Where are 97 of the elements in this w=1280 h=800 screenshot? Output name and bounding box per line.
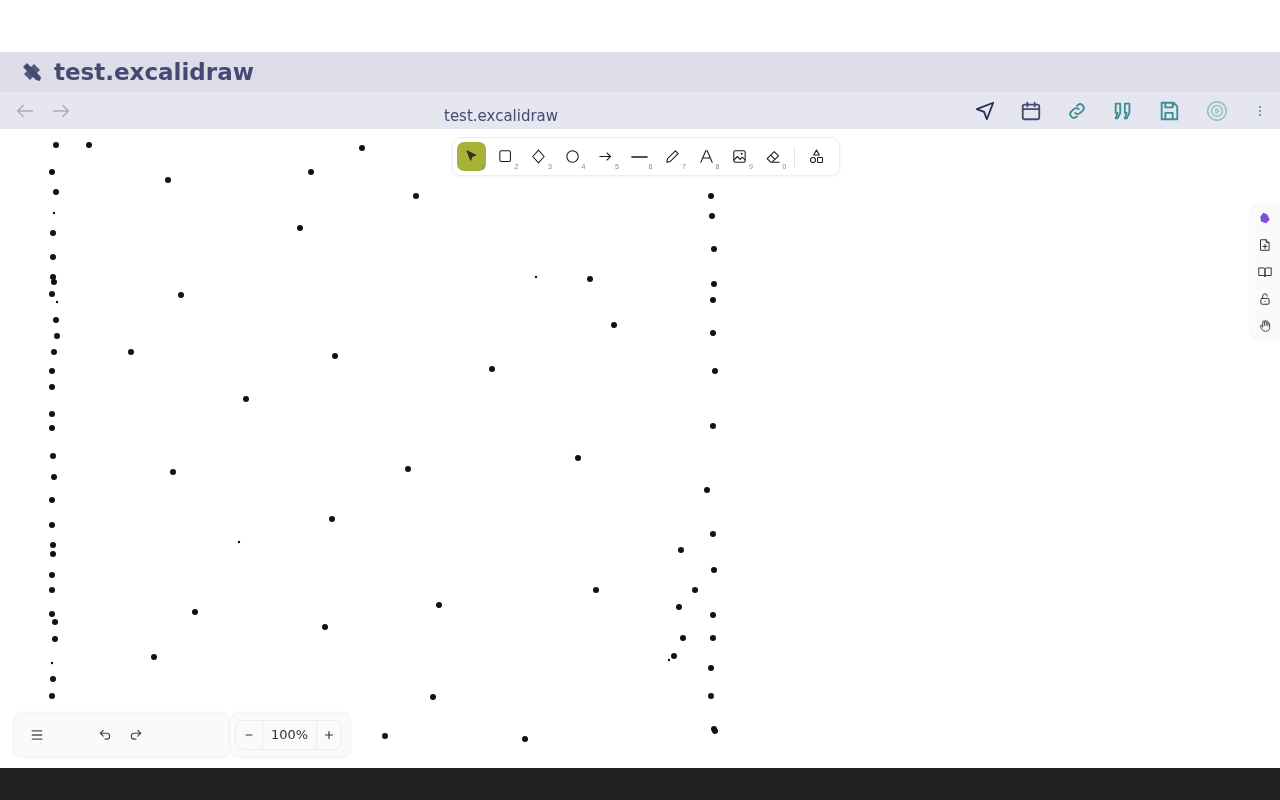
dot [711, 567, 717, 573]
dot [50, 453, 56, 459]
redo-icon[interactable] [129, 728, 143, 742]
dot [711, 246, 717, 252]
dot [708, 693, 714, 699]
dot [49, 497, 55, 503]
dot [575, 455, 581, 461]
dot [50, 542, 56, 548]
dot [50, 661, 54, 665]
circle-icon [563, 148, 581, 165]
dot [680, 635, 686, 641]
send-icon[interactable] [974, 99, 996, 122]
dot [49, 522, 55, 528]
dot [49, 587, 55, 593]
book-icon[interactable] [1258, 265, 1272, 279]
calendar-icon[interactable] [1020, 99, 1042, 122]
file-name: test.excalidraw [444, 106, 559, 125]
dot [297, 225, 303, 231]
dot [55, 300, 59, 304]
dot [192, 609, 198, 615]
menu-icon [30, 728, 44, 742]
dot [49, 384, 55, 390]
dot [382, 733, 388, 739]
dot [49, 425, 55, 431]
dot [534, 275, 538, 279]
dot [332, 353, 338, 359]
dot [708, 665, 714, 671]
dot [49, 291, 55, 297]
image-icon [731, 148, 748, 165]
dot [49, 611, 55, 617]
dot [49, 693, 55, 699]
shapes-icon [808, 148, 825, 165]
rectangle-icon [496, 148, 514, 165]
dot [710, 531, 716, 537]
dot [50, 230, 56, 236]
app-title: test.excalidraw [54, 59, 254, 85]
dot [52, 211, 56, 215]
dot [405, 466, 411, 472]
dot [710, 635, 716, 641]
dot [128, 349, 134, 355]
dot [709, 213, 715, 219]
dot [49, 169, 55, 175]
dot [49, 572, 55, 578]
line-icon [630, 155, 648, 158]
diamond-icon [530, 148, 547, 165]
dot [710, 330, 716, 336]
dot [51, 349, 57, 355]
eraser-icon [764, 148, 782, 165]
dot [50, 676, 56, 682]
dot [712, 368, 718, 374]
dot [587, 276, 593, 282]
dot [237, 540, 241, 544]
dot [178, 292, 184, 298]
undo-icon[interactable] [98, 728, 112, 742]
dot [522, 736, 528, 742]
dot [53, 142, 59, 148]
dot [53, 317, 59, 323]
dot [50, 551, 56, 557]
dot [170, 469, 176, 475]
hand-icon[interactable] [1258, 319, 1272, 333]
dot [708, 193, 714, 199]
dot [308, 169, 314, 175]
dot [322, 624, 328, 630]
dot [711, 281, 717, 287]
dot [49, 368, 55, 374]
dot [436, 602, 442, 608]
dot [50, 254, 56, 260]
dot [359, 145, 365, 151]
save-icon[interactable] [1158, 99, 1180, 122]
dot [243, 396, 249, 402]
dot [165, 177, 171, 183]
dot [710, 423, 716, 429]
dot [54, 333, 60, 339]
dot [51, 474, 57, 480]
dot [692, 587, 698, 593]
dot [710, 297, 716, 303]
dot [678, 547, 684, 553]
pencil-icon [664, 148, 681, 165]
dot [49, 411, 55, 417]
dot [593, 587, 599, 593]
crystal-icon[interactable] [1258, 211, 1272, 225]
dot [704, 487, 710, 493]
unlocked-padlock-icon[interactable] [1258, 292, 1272, 306]
dot [676, 604, 682, 610]
dot [430, 694, 436, 700]
text-icon [697, 148, 715, 165]
dot [413, 193, 419, 199]
dot [53, 189, 59, 195]
dot [151, 654, 157, 660]
dot [86, 142, 92, 148]
dot [329, 516, 335, 522]
add-file-icon[interactable] [1258, 238, 1272, 252]
dot [52, 619, 58, 625]
dot [611, 322, 617, 328]
dot [489, 366, 495, 372]
dot [710, 612, 716, 618]
dot [52, 636, 58, 642]
